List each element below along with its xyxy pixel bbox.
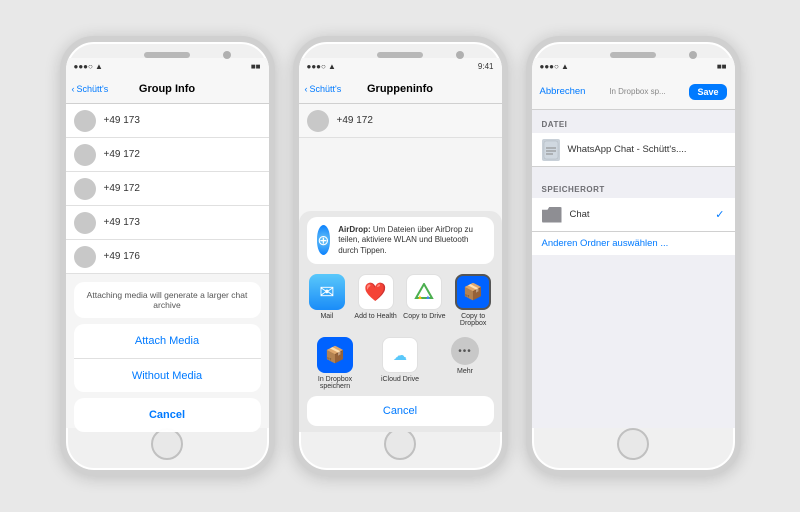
folder-icon xyxy=(542,207,562,223)
screen-2: ●●●○ ▲ 9:41 ‹ Schütt's Gruppeninfo +49 1… xyxy=(299,58,502,428)
share-app-icloud[interactable]: ☁ iCloud Drive xyxy=(378,337,422,390)
back-btn-1[interactable]: ‹ Schütt's xyxy=(72,84,109,94)
share-sheet: ⊕ AirDrop: Um Dateien über AirDrop zu te… xyxy=(299,211,502,428)
contact-2: +49 172 xyxy=(299,104,502,138)
speaker-2 xyxy=(377,52,423,58)
airdrop-section: ⊕ AirDrop: Um Dateien über AirDrop zu te… xyxy=(307,217,494,264)
save-title-area: In Dropbox sp... xyxy=(609,87,665,96)
avatar-2 xyxy=(74,144,96,166)
speaker-3 xyxy=(610,52,656,58)
cancel-button-1[interactable]: Cancel xyxy=(74,398,261,428)
dropbox-selected-icon: 📦 xyxy=(455,274,491,310)
share-app-more[interactable]: ••• Mehr xyxy=(443,337,487,390)
phone-bottom-1 xyxy=(66,428,269,470)
screen-1: ●●●○ ▲ ■■ ‹ Schütt's Group Info +49 173 … xyxy=(66,58,269,428)
contact-item-2: +49 172 xyxy=(66,138,269,172)
carrier-1: ●●●○ ▲ xyxy=(74,62,103,71)
screen-3: ●●●○ ▲ ■■ Abbrechen In Dropbox sp... Sav… xyxy=(532,58,735,428)
phone-top-1 xyxy=(66,42,269,58)
nav-bar-1: ‹ Schütt's Group Info xyxy=(66,74,269,104)
home-button-3[interactable] xyxy=(617,428,649,460)
nav-bar-2: ‹ Schütt's Gruppeninfo xyxy=(299,74,502,104)
speicherort-header: SPEICHERORT xyxy=(532,175,735,198)
nav-title-2: Gruppeninfo xyxy=(367,83,433,95)
file-icon xyxy=(542,139,560,161)
icloud-icon: ☁ xyxy=(382,337,418,373)
phone-bottom-2 xyxy=(299,428,502,470)
airdrop-icon: ⊕ xyxy=(317,225,331,255)
home-button-2[interactable] xyxy=(384,428,416,460)
status-bar-2: ●●●○ ▲ 9:41 xyxy=(299,58,502,74)
avatar-1 xyxy=(74,110,96,132)
camera-1 xyxy=(223,51,231,59)
save-nav: Abbrechen In Dropbox sp... Save xyxy=(532,74,735,110)
phone-bottom-3 xyxy=(532,428,735,470)
other-folder-item[interactable]: Anderen Ordner auswählen ... xyxy=(532,232,735,255)
dropbox-normal-icon: 📦 xyxy=(317,337,353,373)
phone-2: ●●●○ ▲ 9:41 ‹ Schütt's Gruppeninfo +49 1… xyxy=(293,36,508,476)
avatar-4 xyxy=(74,212,96,234)
share-app-mail[interactable]: ✉ Mail xyxy=(305,274,349,327)
carrier-2: ●●●○ ▲ xyxy=(307,62,336,71)
save-nav-subtitle: In Dropbox sp... xyxy=(609,87,665,96)
share-row-1: ✉ Mail ❤️ Add to Health ▲ ▲ xyxy=(299,268,502,333)
status-bar-1: ●●●○ ▲ ■■ xyxy=(66,58,269,74)
share-cancel[interactable]: Cancel xyxy=(307,396,494,426)
phone-top-3 xyxy=(532,42,735,58)
camera-2 xyxy=(456,51,464,59)
battery-3: ■■ xyxy=(717,62,727,71)
cancel-button-3[interactable]: Abbrechen xyxy=(540,86,586,97)
airdrop-text: AirDrop: Um Dateien über AirDrop zu teil… xyxy=(338,225,483,256)
share-app-dropbox-normal[interactable]: 📦 In Dropbox speichern xyxy=(313,337,357,390)
dialog-cancel-1: Cancel xyxy=(74,398,261,428)
svg-text:▲: ▲ xyxy=(417,295,423,301)
carrier-3: ●●●○ ▲ xyxy=(540,62,569,71)
dialog-actions-1: Attach Media Without Media xyxy=(74,324,261,393)
attach-media-button[interactable]: Attach Media xyxy=(74,324,261,358)
more-icon: ••• xyxy=(451,337,479,365)
nav-title-1: Group Info xyxy=(139,83,195,95)
contact-item-3: +49 172 xyxy=(66,172,269,206)
location-item-chat[interactable]: Chat ✓ xyxy=(532,198,735,232)
without-media-button[interactable]: Without Media xyxy=(74,358,261,392)
camera-3 xyxy=(689,51,697,59)
filename: WhatsApp Chat - Schütt's.... xyxy=(568,144,687,155)
svg-text:▲: ▲ xyxy=(425,295,431,301)
contact-item-5: +49 176 xyxy=(66,240,269,274)
location-label: Chat xyxy=(570,209,590,220)
datei-header: DATEI xyxy=(532,110,735,133)
phone-3: ●●●○ ▲ ■■ Abbrechen In Dropbox sp... Sav… xyxy=(526,36,741,476)
checkmark-icon: ✓ xyxy=(715,208,724,221)
avatar-3 xyxy=(74,178,96,200)
location-left: Chat xyxy=(542,207,590,223)
home-button-1[interactable] xyxy=(151,428,183,460)
dialog-message-1: Attaching media will generate a larger c… xyxy=(74,282,261,318)
drive-icon: ▲ ▲ xyxy=(406,274,442,310)
mail-icon: ✉ xyxy=(309,274,345,310)
phone-top-2 xyxy=(299,42,502,58)
battery-1: ■■ xyxy=(251,62,261,71)
save-button[interactable]: Save xyxy=(689,84,726,100)
back-btn-2[interactable]: ‹ Schütt's xyxy=(305,84,342,94)
speaker-1 xyxy=(144,52,190,58)
time-2: 9:41 xyxy=(478,62,494,71)
share-app-dropbox-selected[interactable]: 📦 Copy to Dropbox xyxy=(451,274,495,327)
file-item: WhatsApp Chat - Schütt's.... xyxy=(532,133,735,167)
avatar-5 xyxy=(74,246,96,268)
avatar-2a xyxy=(307,110,329,132)
phone-1: ●●●○ ▲ ■■ ‹ Schütt's Group Info +49 173 … xyxy=(60,36,275,476)
share-app-drive[interactable]: ▲ ▲ Copy to Drive xyxy=(402,274,446,327)
share-row-2: 📦 In Dropbox speichern ☁ iCloud Drive ••… xyxy=(299,333,502,392)
dialog-1: Attaching media will generate a larger c… xyxy=(66,282,269,429)
contact-item-1: +49 173 xyxy=(66,104,269,138)
health-icon: ❤️ xyxy=(358,274,394,310)
other-folder-label: Anderen Ordner auswählen ... xyxy=(532,232,735,255)
share-app-health[interactable]: ❤️ Add to Health xyxy=(354,274,398,327)
status-bar-3: ●●●○ ▲ ■■ xyxy=(532,58,735,74)
contact-item-4: +49 173 xyxy=(66,206,269,240)
